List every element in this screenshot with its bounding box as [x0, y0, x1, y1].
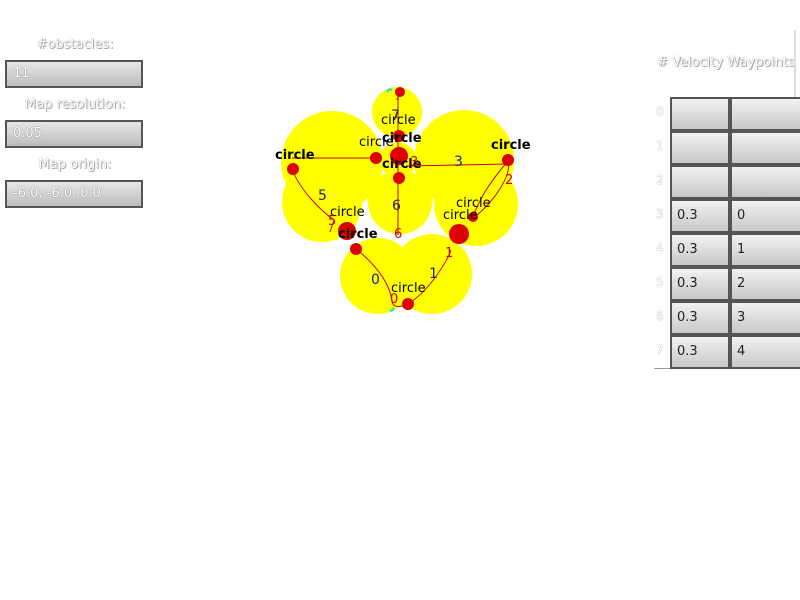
- velocity-cell[interactable]: [670, 131, 730, 165]
- velocity-cell[interactable]: 0.3: [670, 301, 730, 335]
- row-index: 3: [656, 207, 664, 221]
- app-window: #obstacles: 11 Map resolution: 0.05 Map …: [0, 0, 800, 600]
- waypoint-cell[interactable]: 2: [730, 267, 800, 301]
- waypoint-label: 6: [394, 227, 402, 242]
- waypoint-label: 5: [328, 214, 336, 229]
- waypoint-cell[interactable]: [730, 165, 800, 199]
- map-svg: circle circle circle circle circle circl…: [275, 87, 531, 314]
- row-index: 2: [656, 173, 664, 187]
- table-body: 0 1 2 3 0.3 0 4 0.3 1 5 0.3 2 6 0.3 3 7 0.3 4: [654, 97, 800, 369]
- waypoint-cell[interactable]: [730, 131, 800, 165]
- node: [287, 163, 299, 175]
- velocity-cell[interactable]: [670, 165, 730, 199]
- node: [449, 224, 469, 244]
- velocity-waypoints-table: # Velocity Waypoints 0 1 2 3 0.3 0 4 0.3 1 5 0.3 2 6…: [654, 30, 800, 370]
- circle-label: circle: [443, 208, 478, 223]
- row-index: 7: [656, 343, 664, 357]
- row-index: 1: [656, 139, 664, 153]
- waypoint-label: 0: [390, 292, 398, 307]
- map-origin-label: Map origin:: [38, 157, 112, 172]
- waypoint-cell[interactable]: [730, 97, 800, 131]
- row-index: 0: [656, 105, 664, 119]
- obstacles-field[interactable]: 11: [5, 60, 143, 88]
- table-header: # Velocity Waypoints: [657, 55, 795, 70]
- row-index: 4: [656, 241, 664, 255]
- velocity-cell[interactable]: 0.3: [670, 335, 730, 369]
- waypoint-cell[interactable]: 3: [730, 301, 800, 335]
- map-resolution-label: Map resolution:: [24, 97, 126, 112]
- table-row: 3 0.3 0: [654, 199, 800, 233]
- node: [350, 243, 362, 255]
- node: [393, 172, 405, 184]
- edge-label: 1: [429, 266, 438, 282]
- edge-label: 5: [318, 188, 327, 204]
- velocity-cell[interactable]: 0.3: [670, 199, 730, 233]
- table-row: 7 0.3 4: [654, 335, 800, 369]
- edge-label: 3: [454, 154, 463, 170]
- circle-label: circle: [491, 138, 531, 153]
- row-index: 6: [656, 309, 664, 323]
- velocity-cell[interactable]: [670, 97, 730, 131]
- waypoint-label: 1: [445, 246, 453, 261]
- map-settings-panel: #obstacles: 11 Map resolution: 0.05 Map …: [0, 0, 150, 220]
- waypoint-cell[interactable]: 1: [730, 233, 800, 267]
- waypoint-label: 7: [394, 89, 402, 104]
- map-resolution-field[interactable]: 0.05: [5, 120, 143, 148]
- waypoint-cell[interactable]: 0: [730, 199, 800, 233]
- map-origin-field[interactable]: -6.0, -6.0, 0.0: [5, 180, 143, 208]
- obstacles-label: #obstacles:: [36, 37, 114, 52]
- row-index: 5: [656, 275, 664, 289]
- table-row: 0: [654, 97, 800, 131]
- velocity-cell[interactable]: 0.3: [670, 267, 730, 301]
- circle-label: circle: [382, 131, 422, 146]
- edge-label: 6: [392, 198, 401, 214]
- node: [502, 154, 514, 166]
- map-view[interactable]: circle circle circle circle circle circl…: [270, 80, 531, 320]
- waypoint-label: 2: [505, 173, 513, 188]
- table-row: 4 0.3 1: [654, 233, 800, 267]
- circle-label: circle: [338, 227, 378, 242]
- edge-label: 7: [391, 108, 400, 124]
- table-divider: [654, 368, 670, 369]
- table-row: 5 0.3 2: [654, 267, 800, 301]
- edge-label: 0: [371, 272, 380, 288]
- node: [370, 152, 382, 164]
- waypoint-cell[interactable]: 4: [730, 335, 800, 369]
- table-row: 6 0.3 3: [654, 301, 800, 335]
- circle-label: circle: [275, 148, 315, 163]
- velocity-cell[interactable]: 0.3: [670, 233, 730, 267]
- table-row: 1: [654, 131, 800, 165]
- table-row: 2: [654, 165, 800, 199]
- waypoint-label: 3: [410, 155, 418, 170]
- node: [402, 298, 414, 310]
